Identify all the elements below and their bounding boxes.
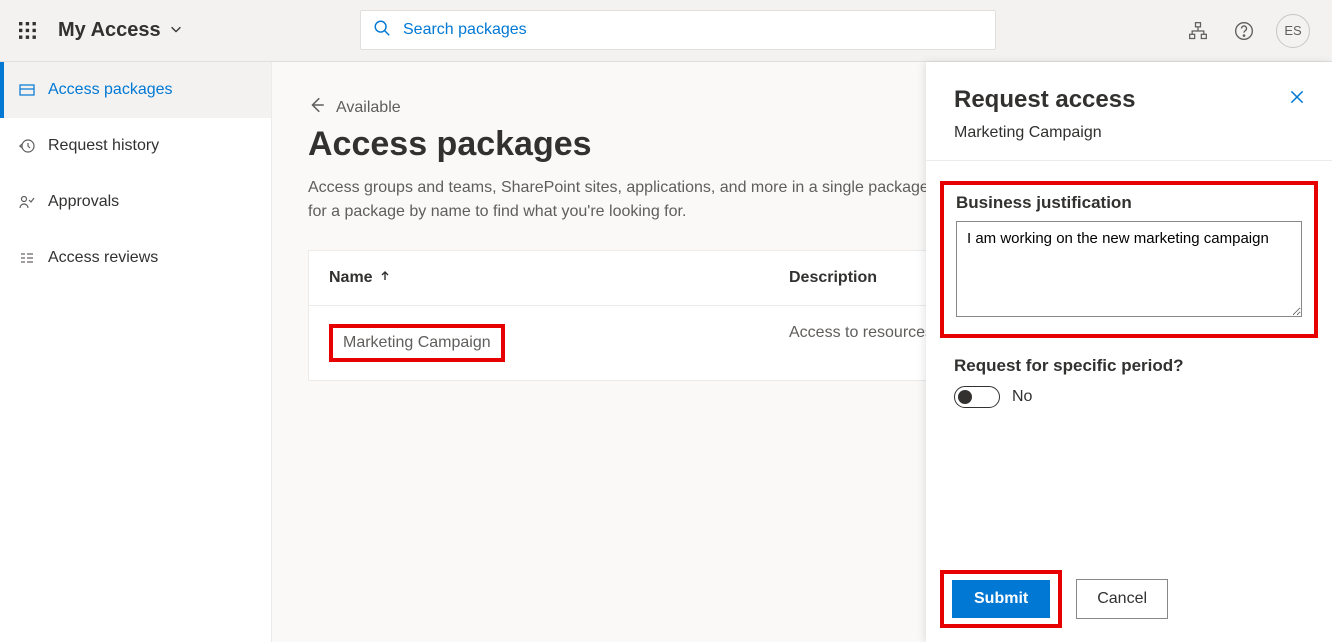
- breadcrumb-label: Available: [336, 99, 401, 117]
- row-name: Marketing Campaign: [343, 334, 491, 351]
- app-title-dropdown[interactable]: My Access: [58, 19, 183, 42]
- reviews-icon: [18, 249, 36, 267]
- nav-label: Request history: [48, 137, 159, 155]
- nav-label: Access packages: [48, 81, 173, 99]
- period-value: No: [1012, 388, 1032, 406]
- panel-footer: Submit Cancel: [926, 556, 1332, 642]
- toggle-knob: [958, 390, 972, 404]
- period-toggle[interactable]: [954, 386, 1000, 408]
- header-actions: ES: [1184, 14, 1320, 48]
- close-icon[interactable]: [1288, 88, 1306, 111]
- justification-textarea[interactable]: [956, 221, 1302, 317]
- justification-label: Business justification: [956, 193, 1302, 213]
- panel-body: Business justification Request for speci…: [926, 161, 1332, 556]
- nav-request-history[interactable]: Request history: [0, 118, 271, 174]
- panel-header: Request access Marketing Campaign: [926, 62, 1332, 161]
- top-header: My Access ES: [0, 0, 1332, 62]
- highlight-annotation: Marketing Campaign: [329, 324, 505, 362]
- search-input[interactable]: [403, 21, 983, 39]
- sort-arrow-up-icon: [379, 269, 391, 287]
- highlight-annotation: Business justification: [940, 181, 1318, 338]
- request-access-panel: Request access Marketing Campaign Busine…: [926, 62, 1332, 642]
- search-box[interactable]: [360, 10, 996, 50]
- column-name-header[interactable]: Name: [329, 269, 789, 287]
- nav-access-packages[interactable]: Access packages: [0, 62, 271, 118]
- submit-button[interactable]: Submit: [952, 580, 1050, 618]
- nav-label: Access reviews: [48, 249, 158, 267]
- column-desc-label: Description: [789, 269, 877, 286]
- avatar-initials: ES: [1284, 23, 1301, 38]
- package-icon: [18, 81, 36, 99]
- back-arrow-icon[interactable]: [308, 96, 326, 119]
- history-icon: [18, 137, 36, 155]
- sidebar: Access packages Request history Approval…: [0, 62, 272, 642]
- approvals-icon: [18, 193, 36, 211]
- page-description: Access groups and teams, SharePoint site…: [308, 176, 1008, 224]
- user-avatar[interactable]: ES: [1276, 14, 1310, 48]
- panel-subtitle: Marketing Campaign: [954, 124, 1304, 142]
- panel-title: Request access: [954, 86, 1304, 114]
- search-icon: [373, 19, 391, 42]
- nav-access-reviews[interactable]: Access reviews: [0, 230, 271, 286]
- period-label: Request for specific period?: [954, 356, 1304, 376]
- chevron-down-icon: [169, 19, 183, 42]
- app-launcher-icon[interactable]: [12, 15, 44, 47]
- nav-label: Approvals: [48, 193, 119, 211]
- sitemap-icon[interactable]: [1184, 17, 1212, 45]
- cancel-button[interactable]: Cancel: [1076, 579, 1168, 619]
- app-title-text: My Access: [58, 19, 161, 42]
- nav-approvals[interactable]: Approvals: [0, 174, 271, 230]
- highlight-annotation: Submit: [940, 570, 1062, 628]
- period-section: Request for specific period? No: [940, 356, 1318, 408]
- column-name-label: Name: [329, 269, 373, 287]
- help-icon[interactable]: [1230, 17, 1258, 45]
